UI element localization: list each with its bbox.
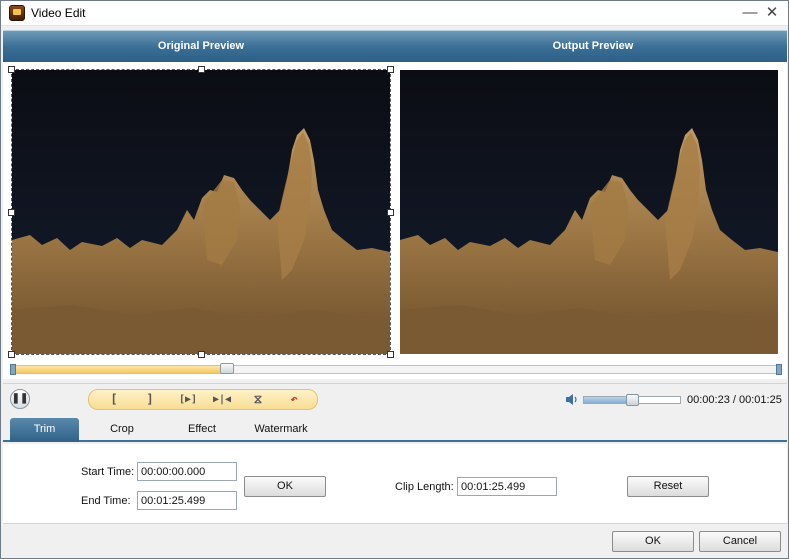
- set-start-button[interactable]: [: [101, 391, 127, 408]
- time-readout: 00:00:23 / 00:01:25: [687, 394, 782, 406]
- tab-watermark[interactable]: Watermark: [247, 418, 315, 442]
- app-icon: [9, 5, 25, 21]
- close-button[interactable]: ✕: [761, 2, 783, 24]
- set-end-button[interactable]: ]: [137, 391, 163, 408]
- end-time-field[interactable]: [137, 491, 237, 510]
- go-to-start-button[interactable]: ▶|◀: [207, 391, 237, 408]
- trim-ok-button[interactable]: OK: [244, 476, 326, 497]
- clip-length-field[interactable]: [457, 477, 557, 496]
- output-preview-label: Output Preview: [552, 40, 634, 52]
- crop-handle-left[interactable]: [8, 209, 15, 216]
- minimize-button[interactable]: —: [739, 2, 761, 24]
- crop-selection-box[interactable]: [8, 66, 394, 358]
- volume-thumb[interactable]: [626, 394, 639, 406]
- edit-tabs: Trim Crop Effect Watermark: [3, 417, 787, 442]
- start-time-label: Start Time:: [81, 466, 135, 478]
- crop-handle-top[interactable]: [198, 66, 205, 73]
- output-preview-pane: [400, 70, 778, 354]
- playback-controls: ❚❚ [ ] [▶] ▶|◀ ⧖ ↶ 00:00:23 / 00:01:25: [3, 383, 787, 415]
- window-title: Video Edit: [31, 6, 86, 20]
- trim-start-marker[interactable]: [10, 364, 16, 375]
- trim-end-marker[interactable]: [776, 364, 782, 375]
- play-selection-button[interactable]: [▶]: [173, 391, 203, 408]
- cancel-button[interactable]: Cancel: [699, 531, 781, 552]
- end-time-label: End Time:: [81, 495, 131, 507]
- original-preview-label: Original Preview: [157, 40, 245, 52]
- seek-thumb[interactable]: [220, 363, 234, 374]
- trim-panel: Start Time: End Time: OK Clip Length: Re…: [3, 444, 787, 524]
- output-video-frame: [400, 70, 778, 354]
- edit-toolbar: [ ] [▶] ▶|◀ ⧖ ↶: [88, 389, 318, 410]
- undo-button[interactable]: ↶: [281, 391, 307, 408]
- crop-handle-bottom[interactable]: [198, 351, 205, 358]
- volume-slider[interactable]: [583, 394, 681, 406]
- tab-effect[interactable]: Effect: [169, 418, 235, 442]
- preview-header: Original Preview Output Preview: [3, 30, 787, 62]
- crop-handle-bottom-right[interactable]: [387, 351, 394, 358]
- title-bar: Video Edit — ✕: [1, 1, 788, 26]
- volume-icon[interactable]: [565, 393, 579, 406]
- preview-area: [3, 62, 787, 362]
- crop-handle-top-left[interactable]: [8, 66, 15, 73]
- volume-level: [584, 397, 632, 403]
- video-edit-window: Video Edit — ✕ Original Preview Output P…: [0, 0, 789, 559]
- seek-bar[interactable]: [10, 363, 782, 375]
- dialog-footer: OK Cancel: [3, 525, 787, 558]
- tab-crop[interactable]: Crop: [89, 418, 155, 442]
- tab-trim[interactable]: Trim: [10, 418, 79, 442]
- start-time-field[interactable]: [137, 462, 237, 481]
- crop-handle-top-right[interactable]: [387, 66, 394, 73]
- seek-progress: [12, 366, 227, 373]
- crop-handle-right[interactable]: [387, 209, 394, 216]
- pause-icon: ❚❚: [11, 393, 29, 404]
- clip-length-label: Clip Length:: [395, 481, 454, 493]
- crop-handle-bottom-left[interactable]: [8, 351, 15, 358]
- reset-button[interactable]: Reset: [627, 476, 709, 497]
- ok-button[interactable]: OK: [612, 531, 694, 552]
- pause-button[interactable]: ❚❚: [10, 389, 30, 409]
- split-button[interactable]: ⧖: [245, 391, 271, 408]
- seek-row: [3, 362, 787, 379]
